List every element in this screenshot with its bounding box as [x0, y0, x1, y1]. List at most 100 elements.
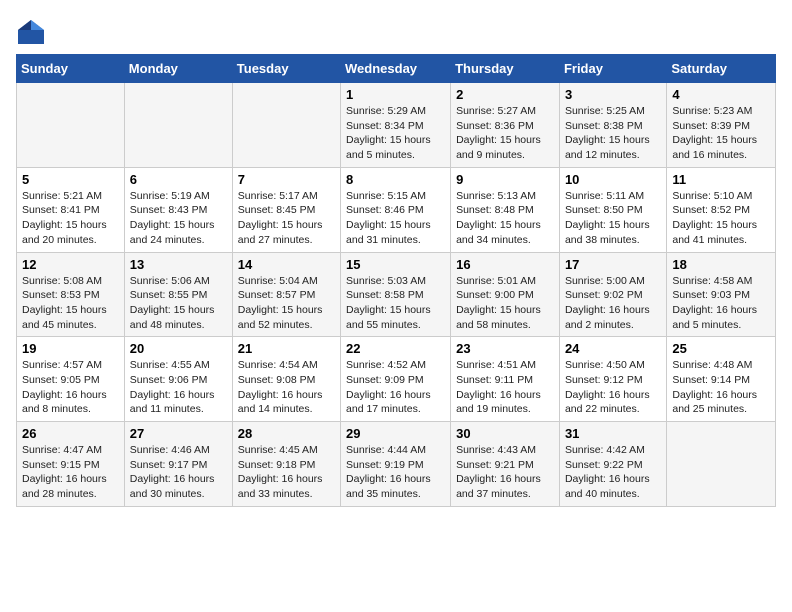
calendar-cell: 29Sunrise: 4:44 AMSunset: 9:19 PMDayligh… — [341, 422, 451, 507]
sunrise-text: Sunrise: 5:01 AM — [456, 274, 554, 289]
day-number: 10 — [565, 172, 661, 187]
sunset-text: Sunset: 8:46 PM — [346, 203, 445, 218]
sunrise-text: Sunrise: 5:27 AM — [456, 104, 554, 119]
day-info: Sunrise: 4:54 AMSunset: 9:08 PMDaylight:… — [238, 358, 335, 417]
sunset-text: Sunset: 8:57 PM — [238, 288, 335, 303]
day-info: Sunrise: 4:50 AMSunset: 9:12 PMDaylight:… — [565, 358, 661, 417]
sunset-text: Sunset: 9:05 PM — [22, 373, 119, 388]
sunrise-text: Sunrise: 5:21 AM — [22, 189, 119, 204]
daylight-text: Daylight: 15 hours and 55 minutes. — [346, 303, 445, 332]
sunset-text: Sunset: 8:53 PM — [22, 288, 119, 303]
calendar-cell: 9Sunrise: 5:13 AMSunset: 8:48 PMDaylight… — [451, 167, 560, 252]
calendar-cell: 6Sunrise: 5:19 AMSunset: 8:43 PMDaylight… — [124, 167, 232, 252]
sunset-text: Sunset: 8:52 PM — [672, 203, 770, 218]
day-number: 11 — [672, 172, 770, 187]
day-info: Sunrise: 5:10 AMSunset: 8:52 PMDaylight:… — [672, 189, 770, 248]
daylight-text: Daylight: 16 hours and 22 minutes. — [565, 388, 661, 417]
weekday-header-wednesday: Wednesday — [341, 55, 451, 83]
calendar-cell: 16Sunrise: 5:01 AMSunset: 9:00 PMDayligh… — [451, 252, 560, 337]
week-row-1: 1Sunrise: 5:29 AMSunset: 8:34 PMDaylight… — [17, 83, 776, 168]
sunset-text: Sunset: 8:38 PM — [565, 119, 661, 134]
sunrise-text: Sunrise: 4:54 AM — [238, 358, 335, 373]
sunset-text: Sunset: 9:12 PM — [565, 373, 661, 388]
day-number: 29 — [346, 426, 445, 441]
daylight-text: Daylight: 15 hours and 16 minutes. — [672, 133, 770, 162]
daylight-text: Daylight: 15 hours and 52 minutes. — [238, 303, 335, 332]
sunrise-text: Sunrise: 4:47 AM — [22, 443, 119, 458]
day-info: Sunrise: 4:48 AMSunset: 9:14 PMDaylight:… — [672, 358, 770, 417]
day-info: Sunrise: 4:45 AMSunset: 9:18 PMDaylight:… — [238, 443, 335, 502]
sunset-text: Sunset: 9:09 PM — [346, 373, 445, 388]
daylight-text: Daylight: 15 hours and 20 minutes. — [22, 218, 119, 247]
sunset-text: Sunset: 9:03 PM — [672, 288, 770, 303]
calendar-cell: 22 Sunrise: 4:52 AMSunset: 9:09 PMDayligh… — [341, 337, 451, 422]
day-info: Sunrise: 5:29 AMSunset: 8:34 PMDaylight:… — [346, 104, 445, 163]
daylight-text: Daylight: 15 hours and 41 minutes. — [672, 218, 770, 247]
sunrise-text: Sunrise: 4:55 AM — [130, 358, 227, 373]
daylight-text: Daylight: 16 hours and 37 minutes. — [456, 472, 554, 501]
daylight-text: Daylight: 16 hours and 25 minutes. — [672, 388, 770, 417]
day-number: 22 — [346, 341, 445, 356]
day-number: 31 — [565, 426, 661, 441]
day-info: Sunrise: 4:57 AMSunset: 9:05 PMDaylight:… — [22, 358, 119, 417]
sunset-text: Sunset: 8:48 PM — [456, 203, 554, 218]
sunrise-text: Sunrise: 4:44 AM — [346, 443, 445, 458]
day-number: 20 — [130, 341, 227, 356]
day-number: 5 — [22, 172, 119, 187]
day-info: Sunrise: 4:52 AMSunset: 9:09 PMDaylight:… — [346, 358, 445, 417]
calendar-cell: 7Sunrise: 5:17 AMSunset: 8:45 PMDaylight… — [232, 167, 340, 252]
day-info: Sunrise: 4:47 AMSunset: 9:15 PMDaylight:… — [22, 443, 119, 502]
week-row-4: 19Sunrise: 4:57 AMSunset: 9:05 PMDayligh… — [17, 337, 776, 422]
day-number: 2 — [456, 87, 554, 102]
day-number: 13 — [130, 257, 227, 272]
calendar-cell: 3Sunrise: 5:25 AMSunset: 8:38 PMDaylight… — [559, 83, 666, 168]
day-info: Sunrise: 4:43 AMSunset: 9:21 PMDaylight:… — [456, 443, 554, 502]
daylight-text: Daylight: 15 hours and 38 minutes. — [565, 218, 661, 247]
sunrise-text: Sunrise: 5:03 AM — [346, 274, 445, 289]
calendar-cell: 17Sunrise: 5:00 AMSunset: 9:02 PMDayligh… — [559, 252, 666, 337]
day-number: 28 — [238, 426, 335, 441]
calendar-cell: 1Sunrise: 5:29 AMSunset: 8:34 PMDaylight… — [341, 83, 451, 168]
day-info: Sunrise: 5:06 AMSunset: 8:55 PMDaylight:… — [130, 274, 227, 333]
daylight-text: Daylight: 15 hours and 9 minutes. — [456, 133, 554, 162]
calendar-cell: 28 Sunrise: 4:45 AMSunset: 9:18 PMDayligh… — [232, 422, 340, 507]
calendar-cell: 10Sunrise: 5:11 AMSunset: 8:50 PMDayligh… — [559, 167, 666, 252]
weekday-header-tuesday: Tuesday — [232, 55, 340, 83]
sunset-text: Sunset: 9:18 PM — [238, 458, 335, 473]
week-row-5: 26Sunrise: 4:47 AMSunset: 9:15 PMDayligh… — [17, 422, 776, 507]
day-number: 23 — [456, 341, 554, 356]
sunset-text: Sunset: 9:15 PM — [22, 458, 119, 473]
calendar-cell: 5 Sunrise: 5:21 AMSunset: 8:41 PMDaylight… — [17, 167, 125, 252]
sunset-text: Sunset: 8:50 PM — [565, 203, 661, 218]
sunrise-text: Sunrise: 4:42 AM — [565, 443, 661, 458]
sunrise-text: Sunrise: 5:23 AM — [672, 104, 770, 119]
day-info: Sunrise: 4:42 AMSunset: 9:22 PMDaylight:… — [565, 443, 661, 502]
calendar-cell: 20 Sunrise: 4:55 AMSunset: 9:06 PMDayligh… — [124, 337, 232, 422]
sunrise-text: Sunrise: 5:15 AM — [346, 189, 445, 204]
day-info: Sunrise: 5:08 AMSunset: 8:53 PMDaylight:… — [22, 274, 119, 333]
sunset-text: Sunset: 9:17 PM — [130, 458, 227, 473]
daylight-text: Daylight: 15 hours and 58 minutes. — [456, 303, 554, 332]
weekday-header-friday: Friday — [559, 55, 666, 83]
day-number: 16 — [456, 257, 554, 272]
daylight-text: Daylight: 16 hours and 35 minutes. — [346, 472, 445, 501]
calendar-cell: 13 Sunrise: 5:06 AMSunset: 8:55 PMDayligh… — [124, 252, 232, 337]
day-info: Sunrise: 4:58 AMSunset: 9:03 PMDaylight:… — [672, 274, 770, 333]
sunrise-text: Sunrise: 5:13 AM — [456, 189, 554, 204]
calendar-cell: 21Sunrise: 4:54 AMSunset: 9:08 PMDayligh… — [232, 337, 340, 422]
day-number: 26 — [22, 426, 119, 441]
day-info: Sunrise: 5:04 AMSunset: 8:57 PMDaylight:… — [238, 274, 335, 333]
sunset-text: Sunset: 9:11 PM — [456, 373, 554, 388]
sunrise-text: Sunrise: 4:50 AM — [565, 358, 661, 373]
day-number: 15 — [346, 257, 445, 272]
sunrise-text: Sunrise: 5:00 AM — [565, 274, 661, 289]
week-row-3: 12Sunrise: 5:08 AMSunset: 8:53 PMDayligh… — [17, 252, 776, 337]
sunrise-text: Sunrise: 5:10 AM — [672, 189, 770, 204]
daylight-text: Daylight: 15 hours and 34 minutes. — [456, 218, 554, 247]
day-info: Sunrise: 5:13 AMSunset: 8:48 PMDaylight:… — [456, 189, 554, 248]
day-info: Sunrise: 4:51 AMSunset: 9:11 PMDaylight:… — [456, 358, 554, 417]
day-info: Sunrise: 5:21 AMSunset: 8:41 PMDaylight:… — [22, 189, 119, 248]
daylight-text: Daylight: 15 hours and 27 minutes. — [238, 218, 335, 247]
day-info: Sunrise: 4:55 AMSunset: 9:06 PMDaylight:… — [130, 358, 227, 417]
daylight-text: Daylight: 16 hours and 28 minutes. — [22, 472, 119, 501]
